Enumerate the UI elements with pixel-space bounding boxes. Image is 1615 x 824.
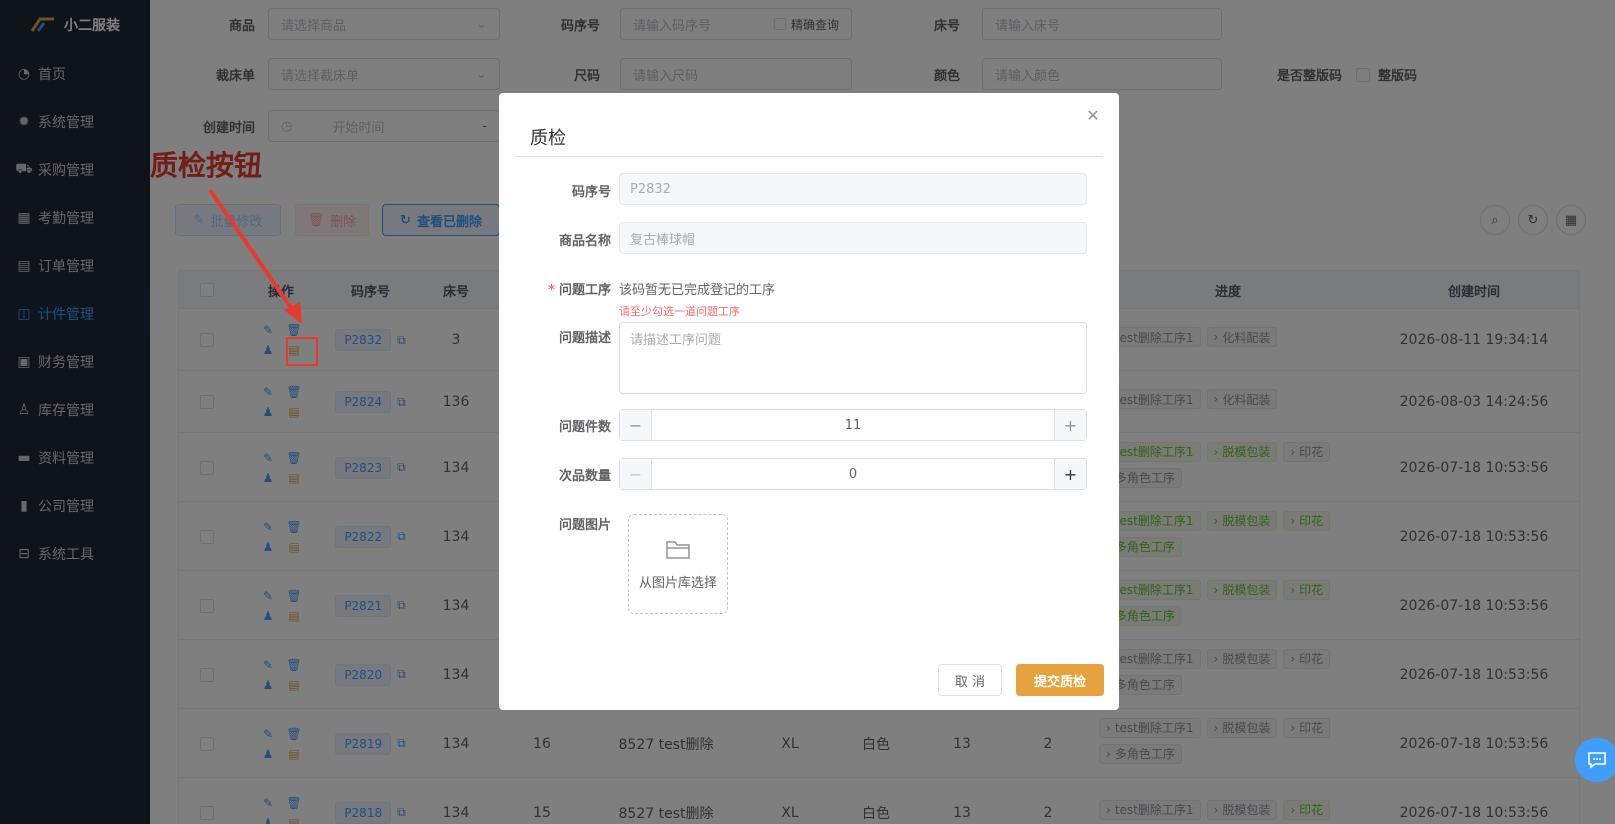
- count-label: 问题件数: [558, 420, 611, 435]
- code-value: P2832: [630, 181, 671, 197]
- cancel-button[interactable]: 取 消: [938, 664, 1002, 696]
- code-label: 码序号: [571, 185, 611, 200]
- defect-label: 次品数量: [558, 469, 611, 484]
- desc-label: 问题描述: [558, 331, 611, 346]
- dialog-title: 质检: [530, 128, 566, 149]
- process-error-text: 请至少勾选一道问题工序: [619, 305, 740, 318]
- image-picker-label: 从图片库选择: [638, 575, 717, 591]
- desc-textarea[interactable]: 请描述工序问题: [619, 322, 1087, 394]
- chat-icon: [1588, 752, 1606, 769]
- folder-icon: [666, 540, 690, 559]
- dialog-divider: [515, 156, 1103, 157]
- submit-quality-check-button[interactable]: 提交质检: [1016, 664, 1104, 696]
- required-mark: *: [548, 283, 555, 298]
- chat-button[interactable]: [1575, 738, 1615, 782]
- image-label: 问题图片: [558, 518, 611, 533]
- product-name-value: 复古棒球帽: [630, 232, 696, 248]
- defect-stepper[interactable]: − 0 +: [619, 458, 1087, 490]
- count-increment-button[interactable]: +: [1054, 410, 1086, 440]
- defect-increment-button[interactable]: +: [1054, 459, 1086, 489]
- count-value[interactable]: 11: [652, 410, 1054, 440]
- close-icon[interactable]: ✕: [1083, 105, 1103, 125]
- count-stepper[interactable]: − 11 +: [619, 409, 1087, 441]
- count-decrement-button[interactable]: −: [620, 410, 652, 440]
- desc-placeholder: 请描述工序问题: [630, 333, 722, 348]
- process-label-text: 问题工序: [558, 283, 611, 298]
- defect-decrement-button[interactable]: −: [620, 459, 652, 489]
- quality-check-dialog: 质检 ✕ 码序号 P2832 商品名称 复古棒球帽 * 问题工序 该码暂无已完成登…: [499, 93, 1119, 710]
- code-field: P2832: [619, 173, 1087, 205]
- product-name-field: 复古棒球帽: [619, 222, 1087, 254]
- product-name-label: 商品名称: [558, 234, 611, 249]
- image-picker[interactable]: 从图片库选择: [628, 514, 728, 614]
- process-empty-text: 该码暂无已完成登记的工序: [619, 283, 776, 298]
- process-label: * 问题工序: [499, 279, 611, 298]
- defect-value[interactable]: 0: [652, 459, 1054, 489]
